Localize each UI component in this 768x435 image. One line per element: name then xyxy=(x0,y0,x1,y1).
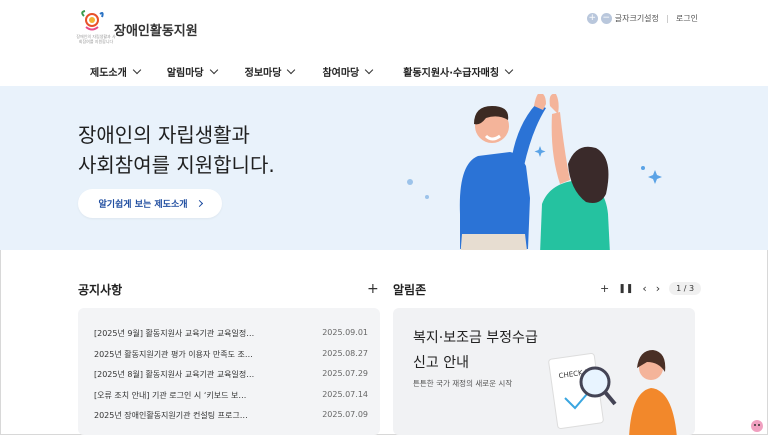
hero-button-label: 알기쉽게 보는 제도소개 xyxy=(98,200,188,210)
hero-title-line2: 사회참여를 지원합니다. xyxy=(78,153,275,177)
nav-item-info[interactable]: 정보마당 xyxy=(244,64,296,79)
notice-list: [2025년 9월] 활동지원사 교육기관 교육일정… 2025.09.01 2… xyxy=(94,328,368,431)
chevron-down-icon xyxy=(209,65,218,75)
hero-title: 장애인의 자립생활과 사회참여를 지원합니다. xyxy=(78,120,275,180)
logo-text: 장애인활동지원 xyxy=(114,24,198,39)
checklist-illustration: CHECK LIST xyxy=(548,350,677,435)
nav-label: 참여마당 xyxy=(322,68,360,79)
notice-title: 공지사항 xyxy=(78,283,123,297)
banner-title: 복지·보조금 부정수급 신고 안내 xyxy=(413,326,538,376)
logo-subtext: 장애인의 자립생활과 사회참여를 지원합니다 xyxy=(76,34,116,44)
slide-pager: 1 / 3 xyxy=(669,282,702,295)
high-five-illustration xyxy=(407,94,662,250)
font-size-label[interactable]: 글자크기설정 xyxy=(615,13,659,24)
notice-item[interactable]: [2025년 9월] 활동지원사 교육기관 교육일정… 2025.09.01 xyxy=(94,328,368,349)
notice-item[interactable]: 2025년 장애인활동지원기관 컨설팅 프로그… 2025.07.09 xyxy=(94,410,368,431)
notice-item-title: [2025년 9월] 활동지원사 교육기관 교육일정… xyxy=(94,329,255,338)
banner-title-line1: 복지·보조금 부정수급 xyxy=(413,330,538,346)
notice-more-icon[interactable]: + xyxy=(367,282,379,296)
font-increase-icon[interactable]: + xyxy=(586,13,598,24)
chevron-right-icon xyxy=(195,199,203,208)
notice-item-title: [2025년 8월] 활동지원사 교육기관 교육일정… xyxy=(94,370,255,379)
chevron-left-icon[interactable]: ‹ xyxy=(642,282,646,295)
hero-banner: 장애인의 자립생활과 사회참여를 지원합니다. 알기쉽게 보는 제도소개 xyxy=(0,86,768,250)
nav-label: 제도소개 xyxy=(90,68,127,79)
notice-item-title: 2025년 활동지원기관 평가 이용자 만족도 조… xyxy=(94,349,253,359)
notice-item-date: 2025.07.14 xyxy=(322,389,368,399)
main-nav: 제도소개 알림마당 정보마당 참여마당 활동지원사·수급자매칭 xyxy=(90,64,514,79)
logo-mark-icon xyxy=(81,10,104,31)
hero-title-line1: 장애인의 자립생활과 xyxy=(78,123,250,147)
notice-item-title: [오류 조치 안내] 기관 로그인 시 ‘키보드 보… xyxy=(94,390,247,400)
notice-item-date: 2025.08.27 xyxy=(322,348,368,358)
site-header: 장애인활동지원 장애인의 자립생활과 사회참여를 지원합니다 + − 글자크기설… xyxy=(0,0,768,86)
alarm-zone-title: 알림존 xyxy=(393,283,427,297)
notice-item-title: 2025년 장애인활동지원기관 컨설팅 프로그… xyxy=(94,411,248,420)
alarm-banner[interactable]: 복지·보조금 부정수급 신고 안내 튼튼한 국가 재정의 새로운 시작 CHEC… xyxy=(393,308,695,435)
font-decrease-icon[interactable]: − xyxy=(600,13,612,24)
notice-item[interactable]: [오류 조치 안내] 기관 로그인 시 ‘키보드 보… 2025.07.14 xyxy=(94,390,368,411)
chevron-down-icon xyxy=(504,65,514,75)
banner-subtitle: 튼튼한 국가 재정의 새로운 시작 xyxy=(413,379,513,388)
chevron-right-icon[interactable]: › xyxy=(656,282,660,295)
nav-item-notice-board[interactable]: 알림마당 xyxy=(166,64,218,79)
nav-item-system-intro[interactable]: 제도소개 xyxy=(90,64,142,79)
nav-item-matching[interactable]: 활동지원사·수급자매칭 xyxy=(403,64,514,79)
notice-item[interactable]: [2025년 8월] 활동지원사 교육기관 교육일정… 2025.07.29 xyxy=(94,369,368,390)
notice-item-date: 2025.07.29 xyxy=(322,369,368,378)
chevron-down-icon xyxy=(132,65,142,75)
alarm-controls: + ❚❚ ‹ › 1 / 3 xyxy=(600,282,710,295)
nav-label: 알림마당 xyxy=(166,68,204,79)
login-link[interactable]: 로그인 xyxy=(676,13,698,24)
banner-title-line2: 신고 안내 xyxy=(413,355,469,371)
notice-item[interactable]: 2025년 활동지원기관 평가 이용자 만족도 조… 2025.08.27 xyxy=(94,349,368,370)
nav-label: 활동지원사·수급자매칭 xyxy=(403,68,500,79)
notice-item-date: 2025.07.09 xyxy=(322,410,368,419)
system-intro-button[interactable]: 알기쉽게 보는 제도소개 xyxy=(78,189,222,218)
pause-icon[interactable]: ❚❚ xyxy=(618,284,633,294)
utility-bar: + − 글자크기설정 로그인 xyxy=(586,13,698,24)
chevron-down-icon xyxy=(287,65,296,75)
nav-item-participation[interactable]: 참여마당 xyxy=(322,64,374,79)
notice-item-date: 2025.09.01 xyxy=(322,328,368,337)
nav-label: 정보마당 xyxy=(244,68,282,79)
util-divider xyxy=(666,14,668,23)
chatbot-icon[interactable] xyxy=(750,419,764,433)
plus-icon[interactable]: + xyxy=(600,282,609,295)
site-logo[interactable]: 장애인활동지원 장애인의 자립생활과 사회참여를 지원합니다 xyxy=(76,10,206,50)
chevron-down-icon xyxy=(365,65,374,75)
